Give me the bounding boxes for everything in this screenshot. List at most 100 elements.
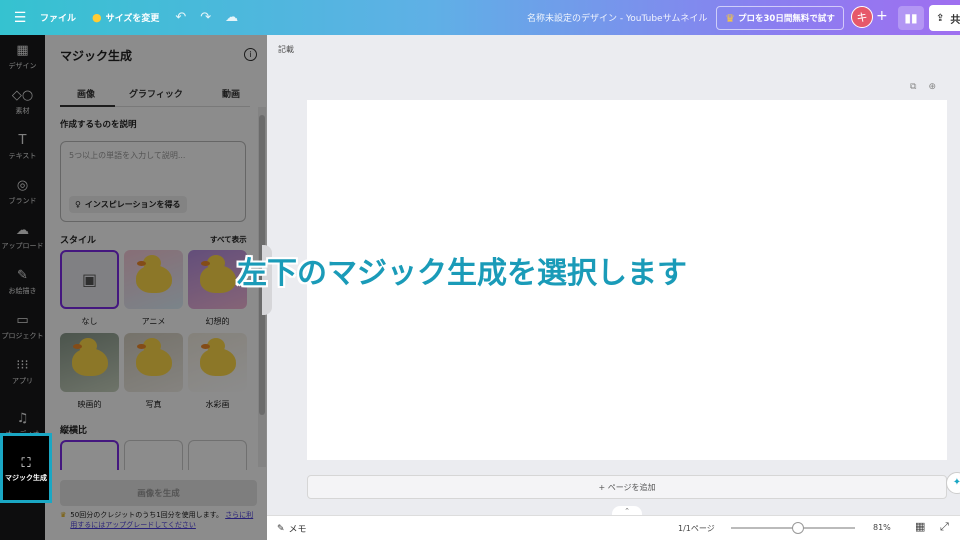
pro-trial-button[interactable]: ♛ プロを30日間無料で試す [716, 6, 844, 30]
notes-label: メモ [288, 525, 307, 535]
magic-image-icon: ⛶ [21, 456, 31, 471]
rail-item-text[interactable]: T テキスト [0, 133, 45, 161]
see-all-link[interactable]: すべて表示 [210, 234, 247, 245]
inspiration-button[interactable]: ♀ インスピレーションを得る [69, 196, 187, 213]
panel-title: マジック生成 [60, 49, 133, 63]
duck-beak [201, 344, 210, 349]
rail-item-label: テキスト [8, 152, 37, 160]
rail-item-label: アップロード [1, 242, 44, 250]
rail-item-magic-media[interactable]: ⛶ マジック生成 [0, 433, 52, 503]
draw-icon: ✎ [17, 268, 28, 283]
style-tile-watercolor[interactable] [188, 333, 247, 392]
rail-item-label: アプリ [12, 377, 33, 385]
style-label: スタイル [60, 236, 97, 246]
fullscreen-icon[interactable]: ⤢ [940, 520, 949, 534]
rail-item-brand[interactable]: ◎ ブランド [0, 178, 45, 206]
page-counter[interactable]: 1/1ページ [678, 523, 715, 534]
duck-beak [201, 261, 210, 266]
aspect-ratio-label: 縦横比 [60, 426, 88, 436]
redo-icon[interactable]: ↷ [200, 10, 211, 25]
text-icon: T [18, 133, 27, 148]
page-actions: ⧉ ⊕ [910, 82, 936, 92]
folder-icon: ▭ [16, 313, 29, 328]
resize-label: サイズを変更 [105, 14, 160, 24]
cloud-save-icon[interactable]: ☁ [225, 10, 238, 25]
hamburger-icon[interactable]: ☰ [0, 10, 40, 26]
magic-assistant-icon[interactable]: ✦ [946, 472, 960, 494]
rail-item-apps[interactable]: ⁝⁝⁝ アプリ [0, 358, 45, 386]
pro-trial-label: プロを30日間無料で試す [738, 14, 835, 24]
rail-item-draw[interactable]: ✎ お絵描き [0, 268, 45, 296]
rail-item-label: 素材 [15, 107, 30, 115]
ratio-option-tall[interactable] [188, 440, 247, 470]
zoom-level[interactable]: 81% [873, 523, 891, 532]
avatar[interactable]: キ [851, 6, 873, 28]
credit-notice: ♛ 50回分のクレジットのうち1回分を使用します。 さらに利用するにはアップグレ… [60, 510, 257, 530]
resize-button[interactable]: ● サイズを変更 [92, 11, 159, 24]
music-icon: ♫ [16, 411, 29, 426]
add-page-icon[interactable]: ⊕ [928, 82, 936, 92]
share-button[interactable]: ⇪ 共 [929, 5, 960, 31]
image-placeholder-icon: ▣ [81, 270, 98, 289]
style-caption: アニメ [141, 317, 166, 326]
add-collaborator-icon[interactable]: + [876, 8, 888, 24]
notes-icon: ✎ [277, 523, 285, 534]
apps-grid-icon: ⁝⁝⁝ [16, 358, 29, 373]
generate-image-button[interactable]: 画像を生成 [60, 480, 257, 506]
cloud-upload-icon: ☁ [16, 223, 29, 238]
ratio-option-square[interactable] [60, 440, 119, 470]
layout-icon: ▦ [16, 43, 29, 58]
insights-icon[interactable]: ▮▮ [898, 6, 924, 30]
lightbulb-icon: ♀ [75, 200, 81, 209]
duck-beak [137, 261, 146, 266]
bottom-bar: ✎ メモ 1/1ページ 81% ▦ ⤢ [267, 515, 960, 540]
prompt-placeholder: 5つ以上の単語を入力して説明... [69, 151, 186, 160]
top-toolbar: ☰ ファイル ● サイズを変更 ↶ ↷ ☁ 名称未設定のデザイン - YouTu… [0, 0, 960, 35]
inspiration-label: インスピレーションを得る [84, 200, 181, 209]
prompt-textarea[interactable]: 5つ以上の単語を入力して説明... ♀ インスピレーションを得る [60, 141, 246, 222]
style-caption: 映画的 [77, 400, 102, 409]
credit-text: 50回分のクレジットのうち1回分を使用します。 [70, 511, 223, 519]
crown-icon: ♛ [725, 11, 736, 25]
tab-video[interactable]: 動画 [222, 87, 240, 100]
style-caption: 写真 [145, 400, 162, 409]
duplicate-page-icon[interactable]: ⧉ [910, 82, 916, 92]
rail-item-projects[interactable]: ▭ プロジェクト [0, 313, 45, 341]
share-icon: ⇪ [936, 12, 945, 24]
magic-media-panel: マジック生成 i 画像 グラフィック 動画 作成するものを説明 5つ以上の単語を… [45, 35, 267, 540]
style-tile-photo[interactable] [124, 333, 183, 392]
file-menu[interactable]: ファイル [40, 11, 76, 24]
duck-beak [73, 344, 82, 349]
brand-icon: ◎ [16, 178, 29, 193]
add-page-button[interactable]: + ページを追加 [307, 475, 947, 499]
rail-item-label: ブランド [8, 197, 37, 205]
rail-item-label: デザイン [8, 62, 37, 70]
rail-item-label: お絵描き [8, 287, 37, 295]
zoom-slider-knob[interactable] [792, 522, 804, 534]
rail-item-uploads[interactable]: ☁ アップロード [0, 223, 45, 251]
style-caption: 幻想的 [205, 317, 230, 326]
page-notes-label[interactable]: 記載 [278, 44, 294, 55]
elements-icon: ◇○ [11, 88, 34, 103]
chevron-up-icon[interactable]: ⌃ [612, 506, 642, 515]
style-tile-anime[interactable] [124, 250, 183, 309]
design-title[interactable]: 名称未設定のデザイン - YouTubeサムネイル [527, 11, 707, 24]
undo-icon[interactable]: ↶ [175, 10, 186, 25]
style-caption: 水彩画 [205, 400, 230, 409]
tab-graphic[interactable]: グラフィック [129, 87, 183, 100]
notes-button[interactable]: ✎ メモ [277, 522, 307, 536]
crown-icon: ● [92, 11, 102, 24]
style-tile-none[interactable]: ▣ [60, 250, 119, 309]
rail-item-label: プロジェクト [1, 332, 44, 340]
crown-icon: ♛ [60, 511, 67, 519]
info-icon[interactable]: i [244, 48, 257, 61]
duck-beak [137, 344, 146, 349]
rail-item-design[interactable]: ▦ デザイン [0, 43, 45, 71]
grid-view-icon[interactable]: ▦ [915, 520, 925, 533]
ratio-option-wide[interactable] [124, 440, 183, 470]
describe-label: 作成するものを説明 [60, 120, 137, 130]
style-tile-cinematic[interactable] [60, 333, 119, 392]
tutorial-caption: 左下のマジック生成を選択します [237, 256, 687, 291]
rail-item-elements[interactable]: ◇○ 素材 [0, 88, 45, 116]
tab-image[interactable]: 画像 [77, 87, 95, 100]
